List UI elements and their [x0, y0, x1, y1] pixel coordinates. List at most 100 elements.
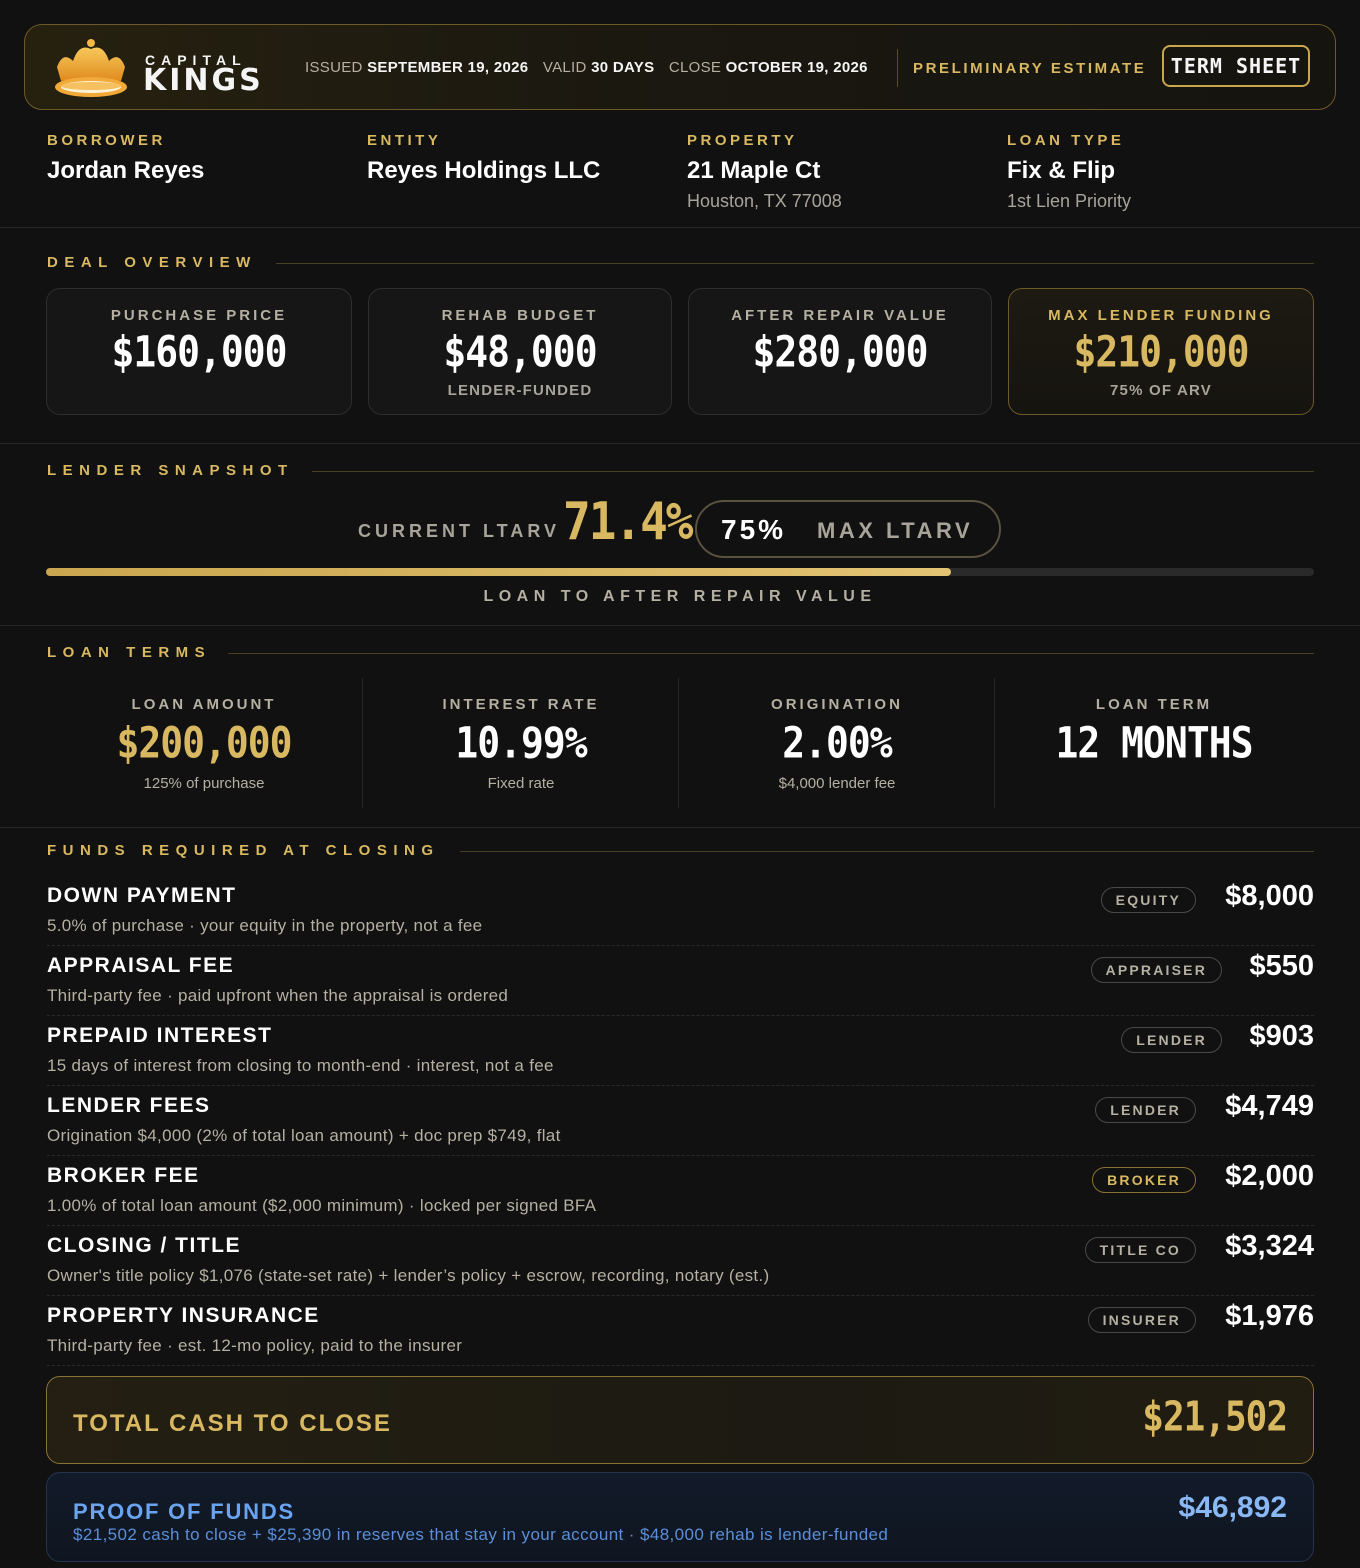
fee-name: CLOSING / TITLE	[47, 1234, 241, 1257]
close-date: OCTOBER 19, 2026	[725, 59, 868, 76]
arv-card: AFTER REPAIR VALUE $280,000	[688, 288, 992, 415]
term-sub: Fixed rate	[487, 775, 555, 792]
fee-amount: $3,324	[1225, 1230, 1314, 1262]
borrower-name: Jordan Reyes	[47, 157, 205, 184]
term-label: LOAN AMOUNT	[131, 696, 277, 713]
proof-label: PROOF OF FUNDS	[73, 1499, 295, 1524]
status-label: PRELIMINARY ESTIMATE	[913, 60, 1147, 77]
total-value: $21,502	[1142, 1393, 1288, 1442]
card-label: AFTER REPAIR VALUE	[731, 307, 949, 324]
ltarv-progress-track	[46, 568, 1314, 576]
borrower-label: BORROWER	[47, 132, 166, 149]
fee-amount: $2,000	[1225, 1160, 1314, 1192]
lien-priority: 1st Lien Priority	[1007, 191, 1132, 211]
divider	[0, 227, 1360, 228]
fee-payee-tag: TITLE CO	[1084, 1237, 1196, 1263]
property-label: PROPERTY	[687, 132, 798, 149]
card-label: MAX LENDER FUNDING	[1048, 307, 1274, 324]
valid-label: VALID	[542, 59, 587, 76]
borrower-info: BORROWER Jordan Reyes	[47, 132, 204, 185]
fee-row-closing-title: CLOSING / TITLE Owner's title policy $1,…	[47, 1226, 1314, 1296]
card-value: $210,000	[1073, 327, 1249, 377]
section-rule	[312, 471, 1314, 472]
card-sub: LENDER-FUNDED	[447, 382, 593, 399]
fee-name: PREPAID INTEREST	[47, 1024, 273, 1047]
fee-description: Owner's title policy $1,076 (state-set r…	[47, 1266, 770, 1285]
entity-label: ENTITY	[367, 132, 442, 149]
current-ltarv-label: CURRENT LTARV	[358, 521, 560, 541]
ltarv-caption: LOAN TO AFTER REPAIR VALUE	[483, 588, 877, 605]
fee-row-broker: BROKER FEE 1.00% of total loan amount ($…	[47, 1156, 1314, 1226]
total-label: TOTAL CASH TO CLOSE	[73, 1410, 392, 1437]
origination-term: ORIGINATION 2.00% $4,000 lender fee	[679, 678, 995, 808]
issue-meta: ISSUED SEPTEMBER 19, 2026 VALID 30 DAYS …	[305, 59, 868, 76]
term-value: $200,000	[116, 718, 292, 768]
header-bar: CAPITAL KINGS ISSUED SEPTEMBER 19, 2026 …	[24, 24, 1336, 110]
issued-date: SEPTEMBER 19, 2026	[367, 59, 529, 76]
card-value: $160,000	[111, 327, 287, 377]
max-ltarv-label: MAX LTARV	[817, 518, 974, 543]
section-rule	[276, 263, 1314, 264]
fee-name: DOWN PAYMENT	[47, 884, 237, 907]
brand-bottom: KINGS	[143, 63, 264, 98]
fee-amount: $4,749	[1225, 1090, 1314, 1122]
term-value: 2.00%	[782, 718, 892, 768]
fee-description: 15 days of interest from closing to mont…	[47, 1056, 554, 1075]
issued-label: ISSUED	[305, 59, 363, 76]
fee-description: Third-party fee · paid upfront when the …	[47, 986, 509, 1005]
property-address: 21 Maple Ct	[687, 157, 821, 184]
interest-rate-term: INTEREST RATE 10.99% Fixed rate	[363, 678, 679, 808]
loan-terms-title: LOAN TERMS	[47, 644, 212, 661]
term-label: ORIGINATION	[771, 696, 903, 713]
ltarv-progress-fill	[46, 568, 952, 576]
fee-payee-tag: APPRAISER	[1090, 957, 1222, 983]
max-ltarv-value: 75%	[721, 514, 787, 545]
term-value: 12 MONTHS	[1055, 718, 1254, 768]
term-label: LOAN TERM	[1095, 696, 1213, 713]
proof-of-funds: PROOF OF FUNDS $21,502 cash to close + $…	[46, 1472, 1314, 1562]
term-sub: 125% of purchase	[143, 775, 265, 792]
divider	[0, 443, 1360, 444]
deal-overview-title: DEAL OVERVIEW	[47, 254, 257, 271]
fee-name: PROPERTY INSURANCE	[47, 1304, 320, 1327]
loan-type-info: LOAN TYPE Fix & Flip 1st Lien Priority	[1007, 132, 1131, 212]
fee-amount: $903	[1249, 1020, 1314, 1052]
property-info: PROPERTY 21 Maple Ct Houston, TX 77008	[687, 132, 842, 212]
fee-amount: $1,976	[1225, 1300, 1314, 1332]
card-value: $280,000	[752, 327, 928, 377]
max-lender-funding-card: MAX LENDER FUNDING $210,000 75% OF ARV	[1008, 288, 1314, 415]
fee-description: Origination $4,000 (2% of total loan amo…	[47, 1126, 561, 1145]
close-label: CLOSE	[668, 59, 722, 76]
fee-amount: $8,000	[1225, 880, 1314, 912]
fee-payee-tag: LENDER	[1095, 1097, 1196, 1123]
card-label: REHAB BUDGET	[441, 307, 599, 324]
fee-description: 5.0% of purchase · your equity in the pr…	[47, 916, 483, 935]
entity-info: ENTITY Reyes Holdings LLC	[367, 132, 600, 185]
purchase-price-card: PURCHASE PRICE $160,000	[46, 288, 352, 415]
max-ltarv-pill: 75% MAX LTARV	[695, 500, 1001, 558]
funds-required-title: FUNDS REQUIRED AT CLOSING	[47, 842, 440, 859]
fee-payee-tag: EQUITY	[1100, 887, 1196, 913]
section-rule	[460, 851, 1314, 852]
card-value: $48,000	[443, 327, 597, 377]
lender-snapshot-title: LENDER SNAPSHOT	[47, 462, 294, 479]
proof-value: $46,892	[1178, 1491, 1287, 1524]
divider	[0, 827, 1360, 828]
fee-row-prepaid-interest: PREPAID INTEREST 15 days of interest fro…	[47, 1016, 1314, 1086]
fee-row-lender-fees: LENDER FEES Origination $4,000 (2% of to…	[47, 1086, 1314, 1156]
fee-row-insurance: PROPERTY INSURANCE Third-party fee · est…	[47, 1296, 1314, 1366]
proof-description: $21,502 cash to close + $25,390 in reser…	[73, 1525, 889, 1544]
loan-term-term: LOAN TERM 12 MONTHS	[996, 678, 1312, 808]
fee-description: 1.00% of total loan amount ($2,000 minim…	[47, 1196, 597, 1215]
fee-payee-tag: BROKER	[1092, 1167, 1196, 1193]
property-city: Houston, TX 77008	[687, 191, 842, 211]
loan-type-label: LOAN TYPE	[1007, 132, 1125, 149]
header-divider	[897, 49, 898, 87]
fee-name: LENDER FEES	[47, 1094, 211, 1117]
total-cash-to-close: TOTAL CASH TO CLOSE $21,502	[46, 1376, 1314, 1464]
card-label: PURCHASE PRICE	[110, 307, 288, 324]
fee-name: APPRAISAL FEE	[47, 954, 235, 977]
term-value: 10.99%	[455, 718, 587, 768]
fee-row-appraisal: APPRAISAL FEE Third-party fee · paid upf…	[47, 946, 1314, 1016]
fee-row-down-payment: DOWN PAYMENT 5.0% of purchase · your equ…	[47, 876, 1314, 946]
